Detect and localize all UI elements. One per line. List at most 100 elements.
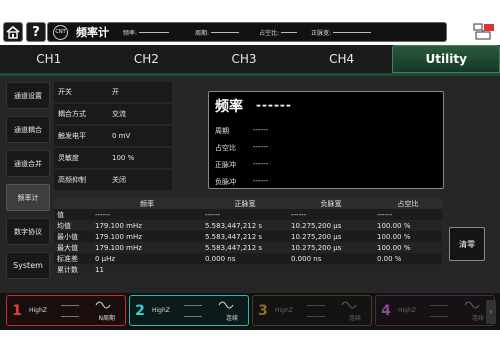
sidebar-item-digital-protocol[interactable]: 数字协议: [6, 218, 50, 245]
freq-status-label: 频率:: [123, 29, 138, 37]
display-row-value: ------: [253, 160, 269, 168]
table-cell: 179.100 mHz: [92, 220, 202, 231]
channel-mode: 连续: [471, 315, 484, 322]
help-icon[interactable]: ?: [26, 22, 46, 42]
expand-arrow-icon[interactable]: ‹: [486, 300, 496, 324]
table-cell: [288, 264, 374, 275]
channel-level-lines: [61, 304, 79, 317]
setting-value: 0 mV: [112, 132, 131, 140]
channel-3-status[interactable]: 3 HighZ 连续: [252, 295, 372, 326]
tab-ch3[interactable]: CH3: [195, 45, 293, 73]
setting-value: 开: [112, 88, 119, 96]
home-icon[interactable]: [3, 22, 23, 42]
setting-value: 交流: [112, 110, 126, 118]
tab-ch1[interactable]: CH1: [0, 45, 98, 73]
setting-hf-reject[interactable]: 高频抑制 关闭: [54, 170, 172, 190]
connection-icons: [471, 23, 497, 41]
table-cell: 179.100 mHz: [92, 231, 202, 242]
channel-tabs: CH1 CH2 CH3 CH4 Utility: [0, 45, 500, 73]
pos-width-status: 正脉宽:: [311, 28, 372, 37]
sine-wave-icon: [341, 301, 357, 309]
setting-sensitivity[interactable]: 灵敏度 100 %: [54, 148, 172, 168]
sidebar-item-channel-settings[interactable]: 通道设置: [6, 82, 50, 109]
table-row: 均值 179.100 mHz 5.583,447,212 s 10.275,20…: [54, 220, 442, 231]
table-cell: 10.275,200 μs: [288, 220, 374, 231]
display-freq-value: ------: [256, 98, 292, 112]
display-title: 频率: [215, 99, 243, 115]
table-cell: [202, 264, 288, 275]
tab-utility-label: Utility: [425, 52, 467, 66]
sidebar-item-counter[interactable]: 频率计: [6, 184, 50, 211]
statistics-table: 频率 正脉宽 负脉宽 占空比 值 ------ ------ ------ --…: [54, 198, 442, 275]
sidebar-item-channel-coupling[interactable]: 通道耦合: [6, 116, 50, 143]
table-cell: 11: [92, 264, 202, 275]
table-header: [54, 198, 92, 209]
channel-2-status[interactable]: 2 HighZ 连续: [129, 295, 249, 326]
table-cell: [374, 264, 442, 275]
channel-level-lines: [184, 304, 202, 317]
setting-key: 触发电平: [58, 132, 86, 140]
duty-status: 占空比:: [259, 28, 298, 37]
table-cell: 100.00 %: [374, 220, 442, 231]
sine-wave-icon: [464, 301, 480, 309]
setting-switch[interactable]: 开关 开: [54, 82, 172, 102]
table-cell: 100.00 %: [374, 231, 442, 242]
channel-number: 2: [135, 302, 145, 319]
channel-status-bar: 1 HighZ N周期 2 HighZ 连续 3 HighZ 连续 4 High…: [0, 293, 500, 330]
sidebar-item-channel-merge[interactable]: 通道合并: [6, 150, 50, 177]
table-row: 最小值 179.100 mHz 5.583,447,212 s 10.275,2…: [54, 231, 442, 242]
tab-ch2[interactable]: CH2: [98, 45, 196, 73]
row-label: 均值: [54, 220, 92, 231]
sidebar-item-label: 频率计: [17, 193, 39, 202]
display-row-value: ------: [253, 143, 269, 151]
display-row-period: 周期 ------: [215, 126, 268, 136]
channel-level-lines: [307, 304, 325, 317]
display-row-neg-pulse: 负脉冲 ------: [215, 177, 268, 187]
table-header: 正脉宽: [202, 198, 288, 209]
table-cell: 10.275,200 μs: [288, 231, 374, 242]
table-cell: 179.100 mHz: [92, 242, 202, 253]
table-cell: 10.275,200 μs: [288, 242, 374, 253]
sine-wave-icon: [95, 301, 111, 309]
display-row-key: 负脉冲: [215, 178, 236, 186]
table-header: 频率: [92, 198, 202, 209]
tab-ch4[interactable]: CH4: [293, 45, 391, 73]
counter-badge-icon: CNT: [53, 24, 68, 40]
display-row-duty: 占空比 ------: [215, 143, 268, 153]
row-label: 值: [54, 209, 92, 220]
setting-value: 100 %: [112, 154, 135, 162]
pos-width-status-label: 正脉宽:: [311, 29, 332, 37]
table-cell: ------: [92, 209, 202, 220]
channel-impedance: HighZ: [398, 307, 416, 314]
table-cell: 0.000 ns: [288, 253, 374, 264]
channel-level-lines: [430, 304, 448, 317]
row-label: 标准差: [54, 253, 92, 264]
table-cell: 100.00 %: [374, 242, 442, 253]
table-cell: 0.000 ns: [202, 253, 288, 264]
channel-impedance: HighZ: [275, 307, 293, 314]
clear-button[interactable]: 清零: [449, 227, 485, 261]
sidebar-item-label: System: [13, 261, 43, 270]
channel-impedance: HighZ: [29, 307, 47, 314]
sidebar-item-system[interactable]: System: [6, 252, 50, 279]
channel-number: 4: [381, 302, 391, 319]
setting-coupling[interactable]: 耦合方式 交流: [54, 104, 172, 124]
table-cell: ------: [288, 209, 374, 220]
freq-status: 频率:: [123, 28, 170, 37]
setting-trigger-level[interactable]: 触发电平 0 mV: [54, 126, 172, 146]
sidebar-item-label: 通道设置: [14, 91, 42, 100]
channel-mode: N周期: [98, 315, 116, 322]
channel-1-status[interactable]: 1 HighZ N周期: [6, 295, 126, 326]
channel-number: 3: [258, 302, 268, 319]
counter-badge-label: CNT: [55, 29, 66, 35]
function-title-bar: CNT 频率计 频率: 周期: 占空比: 正脉宽:: [47, 22, 447, 42]
tab-utility[interactable]: Utility: [392, 45, 500, 73]
display-row-key: 周期: [215, 127, 229, 135]
display-row-value: ------: [253, 126, 269, 134]
table-header: 负脉宽: [288, 198, 374, 209]
table-row: 累计数 11: [54, 264, 442, 275]
setting-key: 高频抑制: [58, 176, 86, 184]
table-header-row: 频率 正脉宽 负脉宽 占空比: [54, 198, 442, 209]
measurement-display: 频率 ------ 周期 ------ 占空比 ------ 正脉冲 ------ 负…: [208, 91, 444, 189]
channel-4-status[interactable]: 4 HighZ 连续: [375, 295, 495, 326]
